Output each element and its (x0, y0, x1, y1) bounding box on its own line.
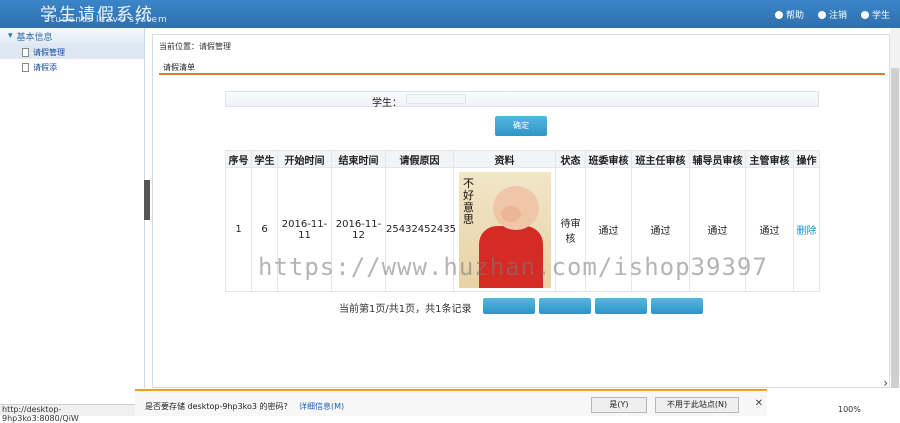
vertical-scrollbar[interactable] (890, 28, 900, 388)
next-page-button[interactable] (595, 298, 647, 314)
cell-action: 删除 (793, 167, 820, 292)
logout-label: 注销 (828, 11, 847, 21)
collapse-triangle-icon: ▾ (8, 31, 13, 41)
user-icon (860, 10, 869, 19)
user-label: 学生 (871, 11, 890, 21)
table-header-row: 序号 学生 开始时间 结束时间 请假原因 资料 状态 班委审核 班主任审核 辅导… (225, 150, 820, 168)
app-header: 学生请假系统 Students leave system 帮助 注销 学生 (0, 0, 900, 28)
content-frame: 当前位置：请假管理 请假清单 学生： 确定 序号 学生 开始时间 结束时间 请假… (152, 34, 890, 388)
sidebar-section-label: 基本信息 (16, 32, 53, 43)
zoom-level[interactable]: 100% (838, 405, 861, 414)
col-header-supervisor: 主管审核 (745, 150, 794, 168)
tab-bar: 请假清单 (159, 59, 885, 75)
header-links: 帮助 注销 学生 (774, 8, 890, 21)
sidebar-item-leave-management[interactable]: 请假管理 (0, 44, 144, 59)
col-header-class-committee: 班委审核 (585, 150, 632, 168)
close-icon[interactable]: ✕ (755, 398, 763, 409)
search-label: 学生： (372, 98, 402, 109)
breadcrumb: 当前位置：请假管理 (159, 42, 231, 51)
col-header-status: 状态 (555, 150, 586, 168)
col-header-action: 操作 (793, 150, 820, 168)
sidebar-item-leave-add[interactable]: 请假添 (0, 59, 144, 74)
app-subtitle: Students leave system (44, 15, 168, 25)
col-header-end: 结束时间 (331, 150, 386, 168)
photo-caption: 不好意思 (463, 176, 474, 226)
user-link[interactable]: 学生 (860, 8, 890, 21)
help-link[interactable]: 帮助 (774, 8, 804, 21)
help-icon (774, 10, 783, 19)
delete-link[interactable]: 删除 (797, 226, 817, 237)
sidebar-section-basic-info[interactable]: ▾ 基本信息 (0, 28, 144, 44)
scrollbar-thumb[interactable] (891, 68, 899, 388)
col-header-start: 开始时间 (277, 150, 332, 168)
student-search-input[interactable] (406, 94, 466, 104)
save-password-bar: 是否要存储 desktop-9hp3ko3 的密码? 详细信息(M) 是(Y) … (135, 389, 767, 416)
save-password-prompt: 是否要存储 desktop-9hp3ko3 的密码? (145, 402, 288, 411)
scroll-right-arrow-icon[interactable]: › (883, 376, 888, 390)
prev-page-button[interactable] (539, 298, 591, 314)
col-header-index: 序号 (225, 150, 252, 168)
document-icon (22, 48, 29, 57)
col-header-material: 资料 (453, 150, 556, 168)
pager-info: 当前第1页/共1页，共1条记录 (339, 304, 472, 315)
help-label: 帮助 (785, 11, 804, 21)
col-header-counselor: 辅导员审核 (689, 150, 746, 168)
col-header-reason: 请假原因 (385, 150, 454, 168)
last-page-button[interactable] (651, 298, 703, 314)
sidebar: ▾ 基本信息 请假管理 请假添 (0, 28, 145, 388)
logout-link[interactable]: 注销 (817, 8, 847, 21)
sidebar-item-label: 请假添 (33, 63, 57, 72)
sidebar-splitter[interactable] (144, 180, 150, 220)
tab-leave-list[interactable]: 请假清单 (163, 62, 195, 73)
document-icon (22, 63, 29, 72)
col-header-head-teacher: 班主任审核 (631, 150, 690, 168)
sidebar-item-label: 请假管理 (33, 48, 65, 57)
search-bar: 学生： (225, 91, 819, 109)
col-header-student: 学生 (251, 150, 278, 168)
photo-figure-hand (500, 205, 521, 222)
details-link[interactable]: 详细信息(M) (299, 401, 344, 412)
cell-index: 1 (225, 167, 252, 292)
watermark-text: https://www.huzhan.com/ishop39397 (258, 253, 768, 281)
never-for-site-button[interactable]: 不用于此站点(N) (655, 397, 739, 413)
status-url: http://desktop-9hp3ko3:8080/QiW (0, 404, 135, 423)
yes-button[interactable]: 是(Y) (591, 397, 647, 413)
logout-icon (817, 10, 826, 19)
confirm-button[interactable]: 确定 (495, 116, 547, 136)
first-page-button[interactable] (483, 298, 535, 314)
